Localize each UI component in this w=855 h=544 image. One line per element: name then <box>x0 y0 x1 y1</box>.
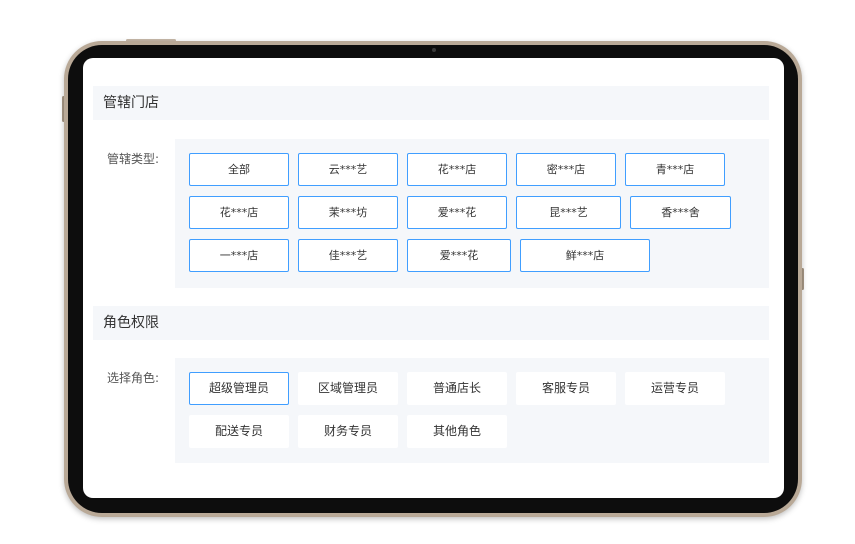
store-chip[interactable]: 香***舍 <box>630 196 731 229</box>
role-option-delivery[interactable]: 配送专员 <box>189 415 289 448</box>
role-option-operations[interactable]: 运营专员 <box>625 372 725 405</box>
store-chip[interactable]: 花***店 <box>407 153 507 186</box>
role-option-finance[interactable]: 财务专员 <box>298 415 398 448</box>
app-screen: 管辖门店 管辖类型: 全部 云***艺 花***店 密***店 青***店 花*… <box>83 58 784 498</box>
store-chip[interactable]: 青***店 <box>625 153 725 186</box>
store-chip[interactable]: 云***艺 <box>298 153 398 186</box>
stores-section-title: 管辖门店 <box>93 86 769 120</box>
role-option-customer-service[interactable]: 客服专员 <box>516 372 616 405</box>
role-options-panel: 超级管理员 区域管理员 普通店长 客服专员 运营专员 配送专员 财务专员 其他角… <box>175 358 769 463</box>
store-chip[interactable]: 密***店 <box>516 153 616 186</box>
store-chip[interactable]: 佳***艺 <box>298 239 398 272</box>
role-select-label: 选择角色: <box>107 371 160 385</box>
store-chip[interactable]: 一***店 <box>189 239 289 272</box>
roles-section-title: 角色权限 <box>93 306 769 340</box>
store-chip[interactable]: 花***店 <box>189 196 289 229</box>
role-option-super-admin[interactable]: 超级管理员 <box>189 372 289 405</box>
store-chip[interactable]: 爱***花 <box>407 196 507 229</box>
camera-icon <box>432 48 436 52</box>
role-option-region-admin[interactable]: 区域管理员 <box>298 372 398 405</box>
store-chip[interactable]: 爱***花 <box>407 239 511 272</box>
role-option-store-manager[interactable]: 普通店长 <box>407 372 507 405</box>
store-chip[interactable]: 茉***坊 <box>298 196 398 229</box>
store-chip[interactable]: 鲜***店 <box>520 239 650 272</box>
store-type-label: 管辖类型: <box>107 152 160 166</box>
store-options-panel: 全部 云***艺 花***店 密***店 青***店 花***店 茉***坊 爱… <box>175 139 769 288</box>
store-chip-all[interactable]: 全部 <box>189 153 289 186</box>
store-chip[interactable]: 昆***艺 <box>516 196 621 229</box>
role-option-other[interactable]: 其他角色 <box>407 415 507 448</box>
